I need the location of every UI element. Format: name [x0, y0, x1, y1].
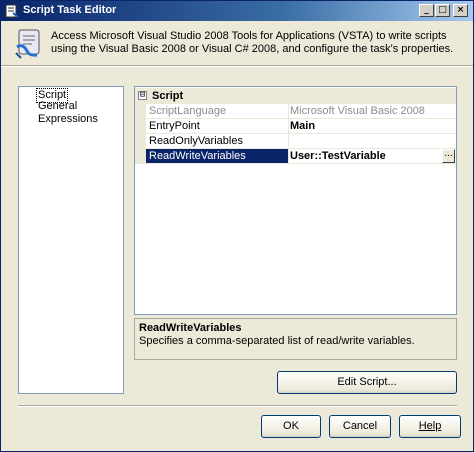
row-gutter — [135, 149, 146, 164]
category-label: Script — [152, 90, 184, 102]
description-text: Specifies a comma-separated list of read… — [139, 335, 415, 347]
browse-ellipsis-button[interactable]: ... — [442, 149, 455, 163]
header-divider — [1, 65, 473, 67]
property-value: Microsoft Visual Basic 2008 — [290, 105, 425, 117]
description-title: ReadWriteVariables — [139, 322, 242, 334]
category-header-script[interactable]: ⊟ Script — [135, 88, 456, 104]
property-grid[interactable]: ⊟ Script ScriptLanguage Microsoft Visual… — [134, 86, 457, 315]
property-row-entry-point[interactable]: EntryPoint Main — [135, 119, 456, 134]
property-description-panel: ReadWriteVariables Specifies a comma-sep… — [134, 318, 457, 360]
minimize-button[interactable]: _ — [419, 4, 434, 17]
edit-script-button[interactable]: Edit Script... — [277, 371, 457, 394]
header-panel: Access Microsoft Visual Studio 2008 Tool… — [1, 21, 473, 65]
property-value[interactable]: Main — [290, 120, 440, 133]
property-name: ScriptLanguage — [149, 105, 227, 117]
property-row-read-write-variables[interactable]: ReadWriteVariables User::TestVariable ..… — [135, 149, 456, 164]
nav-item-expressions[interactable]: Expressions — [37, 113, 99, 126]
page-list[interactable] — [18, 86, 124, 394]
row-gutter — [135, 134, 146, 149]
row-gutter — [135, 119, 146, 134]
cancel-button[interactable]: Cancel — [329, 415, 391, 438]
maximize-button[interactable]: □ — [435, 4, 450, 17]
script-task-icon — [15, 29, 40, 59]
property-value[interactable] — [290, 135, 440, 148]
column-divider — [288, 134, 289, 149]
header-description: Access Microsoft Visual Studio 2008 Tool… — [51, 30, 454, 55]
property-value[interactable]: User::TestVariable — [290, 150, 440, 163]
row-gutter — [135, 104, 146, 119]
title-bar[interactable]: Script Task Editor _ □ × — [1, 1, 473, 21]
script-task-icon — [5, 4, 19, 18]
nav-item-general[interactable]: General — [37, 100, 78, 113]
help-button[interactable]: Help — [399, 415, 461, 438]
collapse-icon[interactable]: ⊟ — [138, 91, 147, 100]
property-name: EntryPoint — [149, 120, 200, 132]
footer-divider — [18, 405, 457, 407]
property-name: ReadWriteVariables — [149, 150, 246, 162]
column-divider — [288, 104, 289, 119]
script-task-editor-window: Script Task Editor _ □ × Access Microsof… — [0, 0, 474, 452]
property-name: ReadOnlyVariables — [149, 135, 243, 147]
close-button[interactable]: × — [453, 4, 468, 17]
column-divider — [288, 149, 289, 164]
window-title: Script Task Editor — [23, 4, 117, 16]
ok-button[interactable]: OK — [261, 415, 321, 438]
column-divider — [288, 119, 289, 134]
property-row-read-only-variables[interactable]: ReadOnlyVariables — [135, 134, 456, 149]
property-row-script-language[interactable]: ScriptLanguage Microsoft Visual Basic 20… — [135, 104, 456, 119]
